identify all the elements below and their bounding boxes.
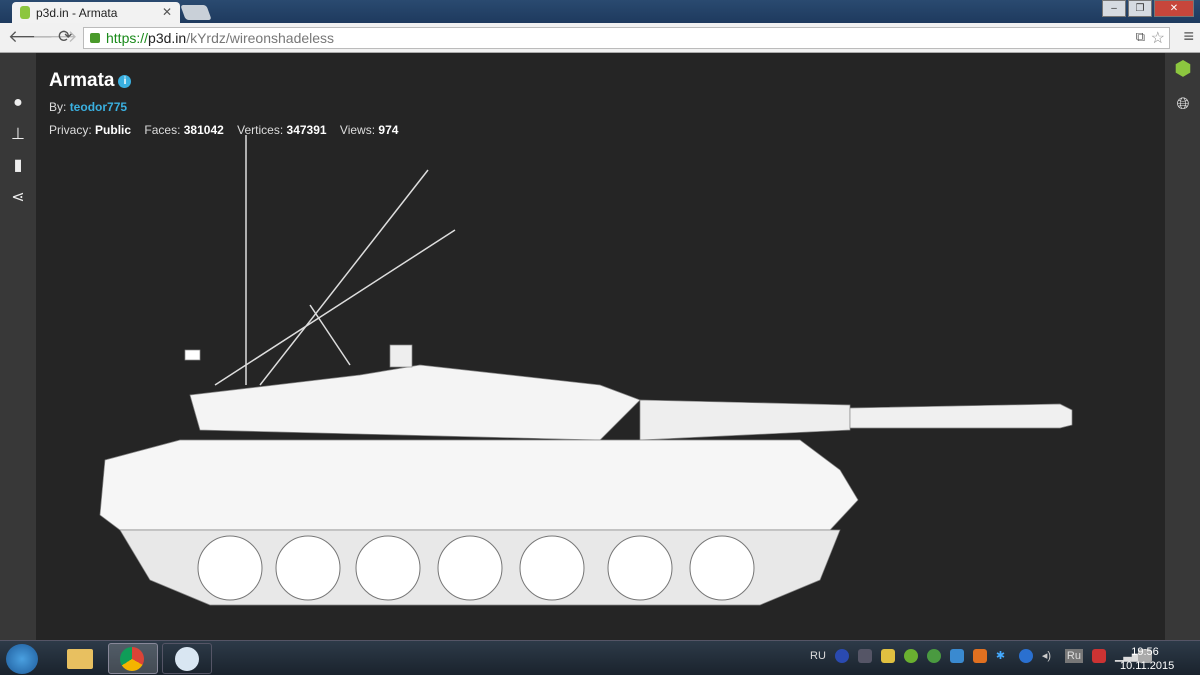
share-icon[interactable]: ⋖ [8, 188, 28, 208]
antennas [214, 135, 456, 386]
language-indicator[interactable]: RU [810, 650, 826, 662]
address-bar[interactable]: https://p3d.in/kYrdz/wireonshadeless ⧉ ☆ [83, 27, 1170, 49]
action-flag-icon[interactable] [1091, 649, 1106, 663]
privacy-value: Public [95, 123, 132, 137]
new-tab-button[interactable] [180, 5, 212, 20]
time: 19:56 [1131, 646, 1159, 658]
views-label: Views: [339, 123, 376, 137]
paint-taskbar-button[interactable] [162, 643, 212, 674]
explorer-taskbar-button[interactable] [55, 643, 105, 674]
start-button[interactable] [6, 644, 38, 674]
model-info: Armata i By: teodor775 Privacy: Public Fa… [49, 70, 408, 137]
volume-icon[interactable]: ◂) [1042, 649, 1056, 663]
java-icon[interactable] [972, 649, 987, 663]
bluetooth-icon[interactable]: ✱ [996, 649, 1010, 663]
show-hidden-icons[interactable] [857, 649, 872, 663]
model-stats: Privacy: Public Faces: 381042 Vertices: … [49, 123, 408, 137]
by-label: By: [49, 100, 67, 114]
minimize-button[interactable]: – [1102, 0, 1126, 17]
url-host: p3d.in [148, 30, 187, 46]
vertices-value: 347391 [286, 123, 327, 137]
url-scheme: https:// [106, 30, 149, 46]
action-center-icon[interactable] [880, 649, 895, 663]
date: 10.11.2015 [1120, 660, 1175, 672]
globe-icon[interactable]: 🌐︎ [1173, 95, 1193, 115]
lighting-icon[interactable]: ● [8, 93, 28, 113]
app-icon[interactable] [1018, 649, 1033, 663]
left-sidebar: ● ⊥ ▮ ⋖ [0, 53, 36, 640]
bookmark-star-icon[interactable]: ☆ [1151, 28, 1165, 48]
faces-value: 381042 [183, 123, 224, 137]
app-icon[interactable] [949, 649, 964, 663]
privacy-label: Privacy: [49, 123, 92, 137]
keyboard-layout[interactable]: Ru [1064, 649, 1083, 663]
chrome-icon [120, 647, 144, 671]
faces-label: Faces: [144, 123, 181, 137]
reload-button[interactable]: ⟳ [58, 27, 72, 47]
author-link[interactable]: teodor775 [70, 100, 127, 114]
lock-icon [90, 33, 100, 43]
tab-close-button[interactable]: ✕ [162, 5, 172, 19]
help-icon[interactable] [834, 649, 849, 663]
maximize-button[interactable]: ❐ [1128, 0, 1152, 17]
p3d-logo[interactable]: ⬢ [1173, 59, 1193, 79]
chrome-taskbar-button[interactable] [108, 643, 158, 674]
info-icon[interactable]: i [118, 75, 132, 88]
url-path: /kYrdz/wireonshadeless [186, 30, 335, 46]
folder-icon [67, 649, 93, 669]
tab-title: p3d.in - Armata [36, 6, 118, 20]
model-title: Armata [49, 70, 115, 91]
menu-icon[interactable]: ≡ [1183, 26, 1194, 47]
right-sidebar: ⬢ 🌐︎ [1165, 53, 1200, 640]
vertices-label: Vertices: [237, 123, 284, 137]
system-tray: RU ✱ ◂) Ru ▁▃▅ [810, 649, 1152, 663]
browser-toolbar: 🡐 🡒 ⟳ https://p3d.in/kYrdz/wireonshadele… [0, 23, 1200, 53]
favicon-icon [20, 6, 30, 19]
pan-icon[interactable]: ⊥ [8, 125, 28, 145]
browser-tab[interactable]: p3d.in - Armata ✕ [12, 2, 180, 23]
translate-icon[interactable]: ⧉ [1136, 29, 1145, 45]
taskbar: RU ✱ ◂) Ru ▁▃▅ 19:56 10.11.2015 [0, 640, 1200, 675]
close-window-button[interactable]: ✕ [1154, 0, 1194, 17]
mouse-icon[interactable]: ▮ [8, 156, 28, 176]
views-value: 974 [378, 123, 399, 137]
title-bar: p3d.in - Armata ✕ – ❐ ✕ [0, 0, 1200, 23]
app-icon[interactable] [926, 649, 941, 663]
3d-viewer-canvas[interactable] [36, 53, 1165, 640]
clock[interactable]: 19:56 10.11.2015 [1120, 645, 1175, 673]
paint-icon [175, 647, 199, 671]
utorrent-icon[interactable] [903, 649, 918, 663]
